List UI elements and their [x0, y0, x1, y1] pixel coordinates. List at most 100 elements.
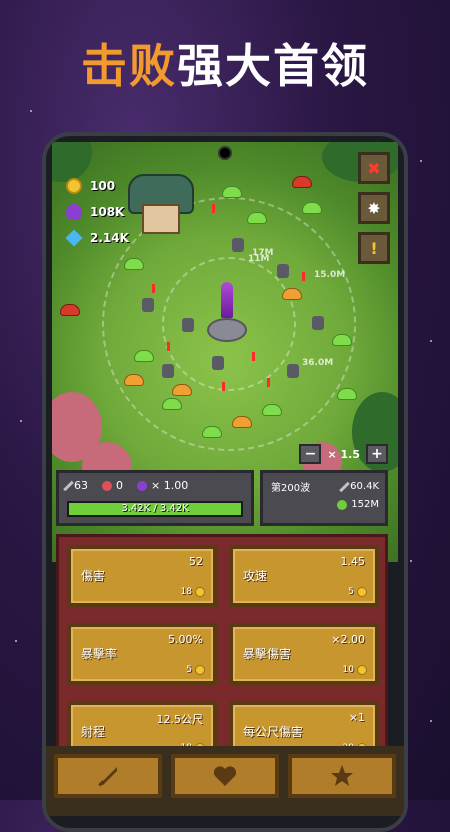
coin-icon — [357, 587, 367, 597]
alert-marker — [252, 352, 255, 361]
sword-icon — [339, 481, 350, 492]
close-icon: ✖ — [367, 158, 381, 178]
heart-icon — [213, 766, 237, 786]
gold-counter: 100 — [66, 178, 115, 194]
enemy-hp-value: 152M — [351, 499, 379, 510]
phone-frame: 17M 15.0M 11M 36.0M 100 108K 2.14K ✖ ✸ !… — [42, 132, 408, 832]
goblin-enemy — [162, 364, 174, 378]
player-stats-panel: 63 0 × 1.00 3.42K / 3.42K — [56, 470, 254, 526]
slime-enemy — [332, 334, 352, 346]
attack-stat: 63 — [63, 479, 88, 492]
goblin-enemy — [212, 356, 224, 370]
alert-marker — [167, 342, 170, 351]
zoom-out-button[interactable]: − — [299, 444, 322, 464]
tree — [52, 142, 92, 182]
upgrade-value: 12.5公尺 — [156, 713, 204, 726]
defense-stat: 0 — [102, 479, 123, 492]
alert-marker — [222, 382, 225, 391]
slime-enemy — [124, 258, 144, 270]
enemy-attack: 60.4K — [339, 479, 379, 494]
sword-icon — [63, 480, 74, 491]
upgrade-name: 射程 — [81, 725, 106, 739]
cost-value: 5 — [348, 587, 354, 597]
potion-icon — [66, 204, 82, 220]
slime-enemy — [60, 304, 80, 316]
tower-crystal — [221, 282, 233, 318]
sword-icon — [98, 767, 117, 787]
upgrade-name: 每公尺傷害 — [243, 725, 304, 739]
tab-attack[interactable] — [54, 754, 162, 798]
enemy-attack-value: 60.4K — [350, 481, 379, 492]
upgrade-name: 傷害 — [81, 569, 106, 583]
coin-icon — [357, 665, 367, 675]
headline-highlight: 击败 — [81, 39, 177, 93]
upgrade-cost: 5 — [348, 587, 367, 597]
settings-button[interactable]: ✸ — [358, 192, 390, 224]
wave-label: 第200波 — [271, 483, 311, 494]
multiplier-stat: × 1.00 — [137, 479, 188, 492]
upgrade-card-damage[interactable]: 傷害 52 18 — [67, 545, 217, 607]
bottom-nav — [46, 746, 404, 816]
damage-number: 11M — [248, 254, 270, 264]
goblin-enemy — [232, 238, 244, 252]
enemy-hp: 152M — [337, 499, 379, 510]
upgrade-value: 52 — [189, 555, 203, 568]
skeleton-enemy — [277, 264, 289, 278]
alert-marker — [212, 204, 215, 213]
exclamation-icon: ! — [370, 238, 378, 258]
slime-enemy — [282, 288, 302, 300]
camera-icon — [218, 146, 232, 160]
gem-value: 2.14K — [90, 231, 129, 245]
potion-icon — [137, 480, 147, 491]
upgrade-card-attack-speed[interactable]: 攻速 1.45 5 — [229, 545, 379, 607]
alert-marker — [302, 272, 305, 281]
coin-icon — [195, 587, 205, 597]
promo-headline: 击败强大首领 — [0, 30, 450, 96]
star-icon — [331, 765, 353, 786]
upgrade-value: 5.00% — [168, 633, 203, 646]
upgrade-card-crit-rate[interactable]: 暴擊率 5.00% 5 — [67, 623, 217, 685]
heart-icon — [102, 480, 112, 491]
damage-number: 15.0M — [314, 270, 346, 280]
slime-enemy — [134, 350, 154, 362]
potion-value: 108K — [90, 205, 125, 219]
hp-text: 3.42K / 3.42K — [121, 503, 189, 514]
multiplier-value: × 1.00 — [151, 479, 189, 492]
alert-marker — [267, 378, 270, 387]
heart-icon — [337, 499, 348, 510]
damage-number: 36.0M — [302, 358, 334, 368]
goblin-enemy — [182, 318, 194, 332]
gem-icon — [65, 229, 83, 247]
slime-enemy — [292, 176, 312, 188]
minus-icon: − — [304, 446, 317, 462]
tower-base — [207, 318, 247, 342]
boss-enemy — [122, 174, 196, 234]
coin-icon — [195, 665, 205, 675]
zoom-in-button[interactable]: + — [366, 444, 388, 464]
upgrade-cost: 18 — [181, 587, 205, 597]
cost-value: 10 — [342, 665, 354, 675]
plus-icon: + — [371, 446, 383, 462]
gold-coin-icon — [66, 178, 82, 194]
slime-enemy — [172, 384, 192, 396]
zoom-level: × 1.5 — [327, 447, 360, 461]
zoom-control: − × 1.5 + — [299, 444, 388, 464]
close-button[interactable]: ✖ — [358, 152, 390, 184]
gear-icon: ✸ — [367, 198, 381, 218]
upgrade-value: 1.45 — [340, 555, 366, 568]
quest-button[interactable]: ! — [358, 232, 390, 264]
wave-panel: 第200波 60.4K 152M — [260, 470, 388, 526]
hp-bar: 3.42K / 3.42K — [67, 501, 243, 517]
headline-rest: 强大首领 — [177, 39, 369, 93]
slime-enemy — [222, 186, 242, 198]
tab-defense[interactable] — [171, 754, 279, 798]
boss-face — [142, 204, 180, 234]
bat-enemy — [142, 298, 154, 312]
slime-enemy — [124, 374, 144, 386]
upgrade-card-crit-damage[interactable]: 暴擊傷害 ×2.00 10 — [229, 623, 379, 685]
gold-value: 100 — [90, 179, 116, 193]
tab-special[interactable] — [288, 754, 396, 798]
upgrade-name: 攻速 — [243, 569, 268, 583]
gem-counter: 2.14K — [65, 229, 129, 247]
upgrade-name: 暴擊傷害 — [243, 647, 292, 661]
